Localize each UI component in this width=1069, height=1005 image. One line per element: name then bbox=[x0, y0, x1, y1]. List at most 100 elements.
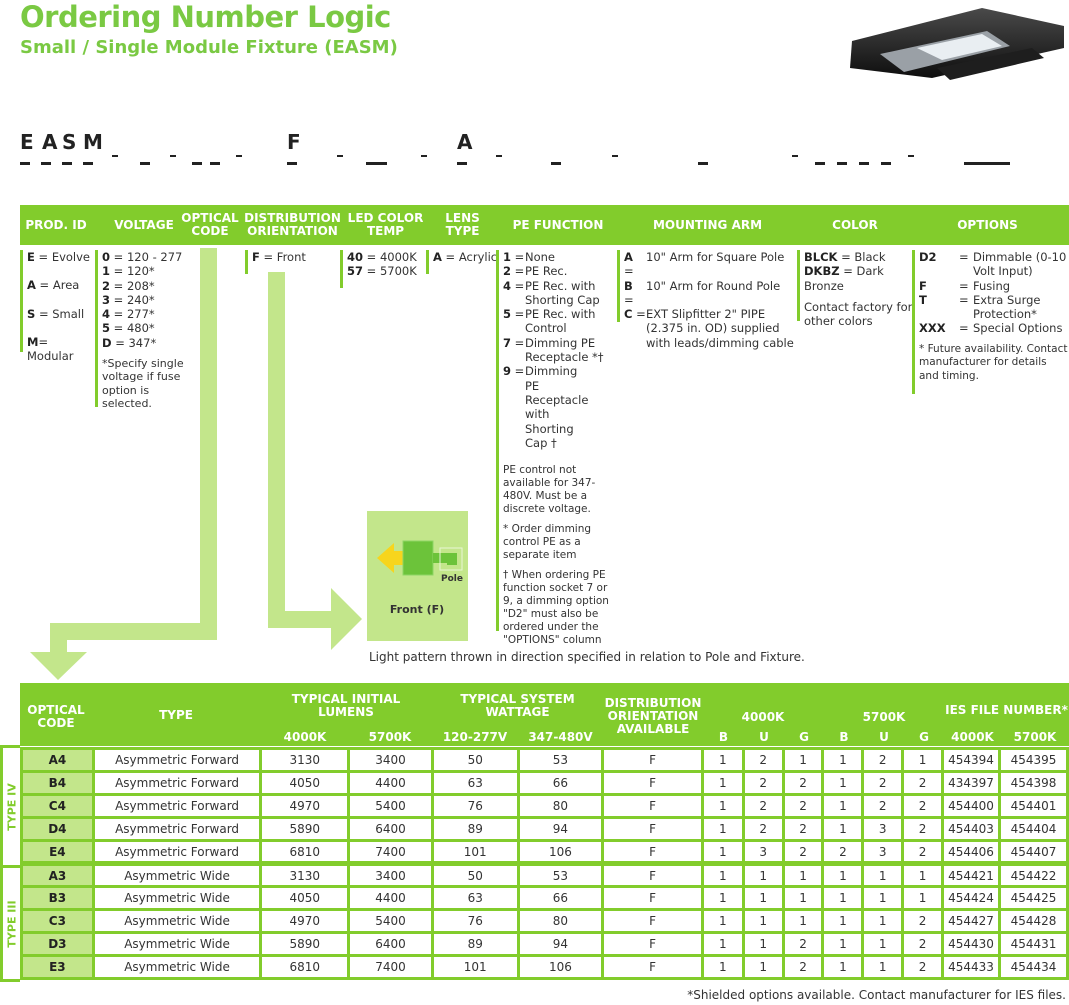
cell-bug-b-4000k: 1 bbox=[700, 793, 745, 819]
cell-watt-120-277v: 76 bbox=[430, 908, 520, 934]
cell-bug-g-4000k: 2 bbox=[781, 770, 825, 796]
group-type-iii: TYPE III bbox=[0, 865, 20, 982]
th-lumens-5700k: 5700K bbox=[368, 730, 412, 744]
page-title: Ordering Number Logic bbox=[20, 0, 391, 34]
slot-optical-2 bbox=[210, 162, 220, 165]
prod-id-item: M= Modular bbox=[27, 334, 74, 364]
cell-optical-code: D4 bbox=[20, 816, 95, 842]
fixture-front-icon: Pole Front (F) bbox=[377, 540, 463, 616]
cell-ies-4000k: 454403 bbox=[941, 816, 1001, 842]
slot-optical-1 bbox=[192, 162, 202, 165]
options-item: T = Extra Surge Protection* bbox=[919, 292, 1041, 322]
distribution-arrow-shaft bbox=[268, 272, 285, 628]
cell-bug-b-5700k: 1 bbox=[821, 931, 865, 957]
cell-lumens-5700k: 5400 bbox=[347, 908, 434, 934]
fixture-photo bbox=[850, 8, 1064, 80]
separator bbox=[337, 155, 343, 157]
pe-function-item: 9 = Dimming PE Receptacle with Shorting C… bbox=[503, 364, 589, 450]
header-pe-function: PE FUNCTION bbox=[512, 217, 604, 232]
cell-lumens-5700k: 3400 bbox=[347, 862, 434, 888]
cell-lumens-4000k: 4050 bbox=[259, 885, 351, 911]
front-orientation-diagram: Pole Front (F) bbox=[367, 511, 468, 641]
separator bbox=[112, 155, 118, 157]
code-char-a: A bbox=[42, 130, 58, 154]
cell-bug-g-5700k: 2 bbox=[901, 793, 945, 819]
th-u-4000: U bbox=[759, 730, 769, 744]
cell-watt-120-277v: 89 bbox=[430, 816, 520, 842]
light-direction-arrow bbox=[377, 543, 394, 573]
slot-distribution bbox=[287, 162, 297, 165]
cell-ies-4000k: 454433 bbox=[941, 954, 1001, 980]
table-row: D3 Asymmetric Wide 5890 6400 89 94 F 1 1 2 1 1 2 4544… bbox=[20, 931, 1069, 957]
cell-bug-b-4000k: 1 bbox=[700, 816, 745, 842]
cell-watt-120-277v: 63 bbox=[430, 885, 520, 911]
slot-options bbox=[964, 162, 1010, 165]
cell-distribution: F bbox=[601, 862, 704, 888]
cell-watt-347-480v: 66 bbox=[516, 885, 605, 911]
table-row: D4 Asymmetric Forward 5890 6400 89 94 F 1 2 2 1 3 2 4… bbox=[20, 816, 1069, 842]
distribution-item: F = Front bbox=[252, 250, 306, 264]
separator bbox=[612, 155, 618, 157]
cell-optical-code: B3 bbox=[20, 885, 95, 911]
cell-optical-code: C4 bbox=[20, 793, 95, 819]
slot-voltage bbox=[140, 162, 150, 165]
cell-ies-4000k: 454424 bbox=[941, 885, 1001, 911]
th-g-5700: G bbox=[919, 730, 929, 744]
cell-watt-347-480v: 94 bbox=[516, 816, 605, 842]
options-item: XXX = Special Options bbox=[919, 321, 1063, 336]
cell-bug-u-4000k: 2 bbox=[741, 770, 785, 796]
cell-optical-code: A3 bbox=[20, 862, 95, 888]
photometry-table: A4 Asymmetric Forward 3130 3400 50 53 F 1 2 1 1 2 1 4… bbox=[20, 747, 1069, 980]
cell-bug-b-4000k: 1 bbox=[700, 770, 745, 796]
cell-ies-5700k: 454395 bbox=[997, 747, 1069, 773]
cell-bug-b-4000k: 1 bbox=[700, 954, 745, 980]
cell-ies-5700k: 454398 bbox=[997, 770, 1069, 796]
separator bbox=[908, 155, 914, 157]
lens-item: A = Acrylic bbox=[433, 250, 498, 264]
mounting-arm-item: A = 10" Arm for Square Pole bbox=[624, 250, 785, 279]
separator bbox=[421, 155, 427, 157]
distribution-arrow-elbow bbox=[268, 611, 335, 628]
table-row: E4 Asymmetric Forward 6810 7400 101 106 F 1 3 2 2 3… bbox=[20, 839, 1069, 865]
led-color-item: 57 = 5700K bbox=[347, 264, 417, 279]
cell-bug-b-5700k: 2 bbox=[821, 839, 865, 865]
cell-lumens-4000k: 6810 bbox=[259, 954, 351, 980]
cell-lumens-5700k: 7400 bbox=[347, 954, 434, 980]
slot-pe-function bbox=[551, 162, 561, 165]
cell-bug-g-5700k: 2 bbox=[901, 839, 945, 865]
cell-ies-5700k: 454434 bbox=[997, 954, 1069, 980]
cell-watt-347-480v: 106 bbox=[516, 954, 605, 980]
cell-optical-code: C3 bbox=[20, 908, 95, 934]
cell-type: Asymmetric Forward bbox=[91, 793, 263, 819]
cell-bug-u-5700k: 1 bbox=[861, 954, 905, 980]
th-ies-4000: 4000K bbox=[951, 730, 994, 744]
pe-function-note: * Order dimming control PE as a separate… bbox=[503, 523, 592, 562]
voltage-item: D = 347* bbox=[102, 335, 157, 350]
cell-bug-g-4000k: 2 bbox=[781, 931, 825, 957]
pe-function-item: 7 = Dimming PE Receptacle *† bbox=[503, 335, 604, 365]
table-row: B4 Asymmetric Forward 4050 4400 63 66 F 1 2 2 1 2 2 4… bbox=[20, 770, 1069, 796]
cell-ies-5700k: 454422 bbox=[997, 862, 1069, 888]
cell-ies-4000k: 454421 bbox=[941, 862, 1001, 888]
pole-label: Pole bbox=[441, 574, 463, 584]
prod-id-item: S = Small bbox=[27, 306, 85, 321]
cell-bug-b-4000k: 1 bbox=[700, 931, 745, 957]
distribution-list: F = Front bbox=[245, 250, 340, 274]
cell-bug-u-5700k: 1 bbox=[861, 885, 905, 911]
options-list: D2 = Dimmable (0-10 Volt Input) F = Fusing T… bbox=[912, 250, 1069, 394]
cell-bug-u-4000k: 3 bbox=[741, 839, 785, 865]
cell-watt-120-277v: 50 bbox=[430, 747, 520, 773]
voltage-item: 2 = 208* bbox=[102, 278, 155, 293]
cell-bug-b-5700k: 1 bbox=[821, 816, 865, 842]
cell-bug-g-5700k: 2 bbox=[901, 770, 945, 796]
slot-lens bbox=[457, 162, 467, 165]
mounting-arm-item: B = 10" Arm for Round Pole bbox=[624, 278, 781, 307]
cell-bug-g-5700k: 1 bbox=[901, 747, 945, 773]
cell-bug-b-5700k: 1 bbox=[821, 885, 865, 911]
cell-bug-g-5700k: 1 bbox=[901, 885, 945, 911]
optical-code-arrow-shaft bbox=[200, 248, 217, 640]
cell-watt-120-277v: 63 bbox=[430, 770, 520, 796]
cell-bug-u-5700k: 2 bbox=[861, 770, 905, 796]
pe-function-item: 1 = None bbox=[503, 250, 556, 264]
slot-prod-1 bbox=[20, 162, 30, 165]
